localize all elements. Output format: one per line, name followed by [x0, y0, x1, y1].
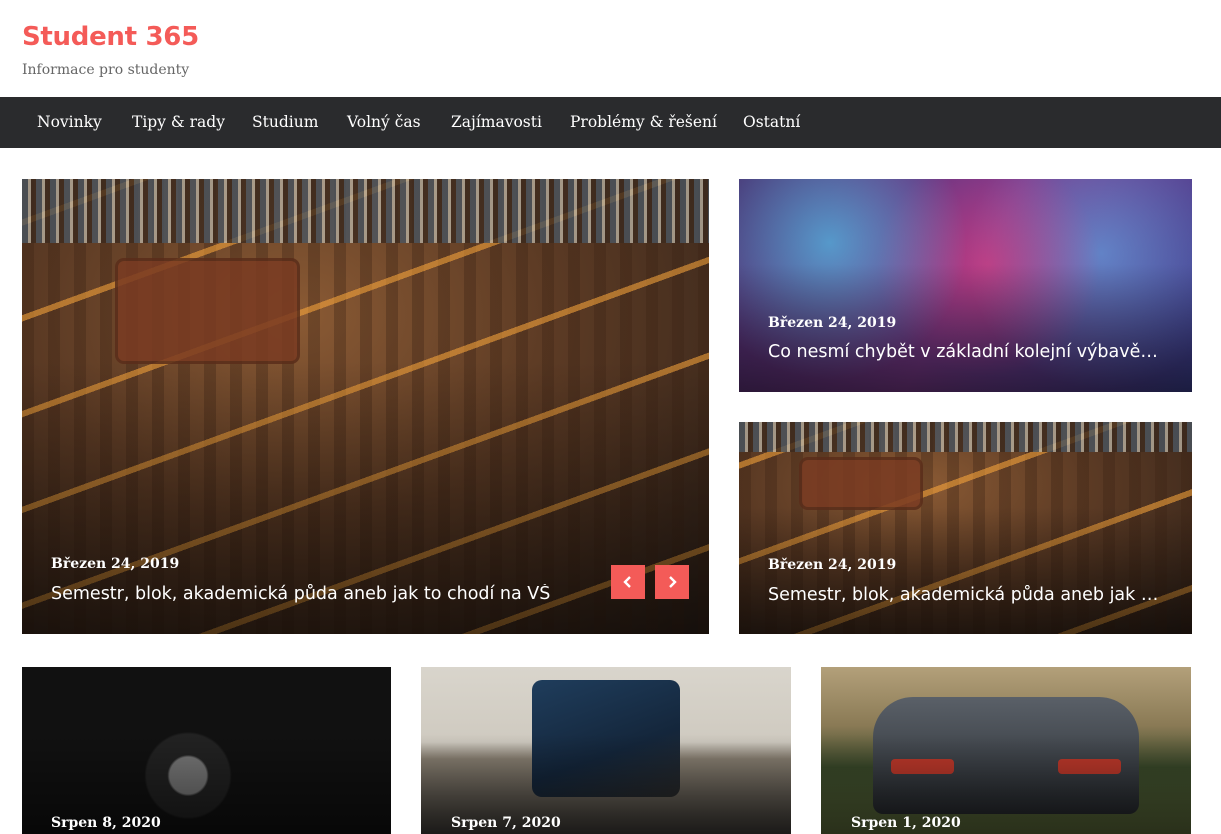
slider-next-button[interactable]	[655, 565, 689, 599]
side-post-date: Březen 24, 2019	[768, 315, 897, 331]
slider-post-title[interactable]: Semestr, blok, akademická půda aneb jak …	[51, 584, 591, 604]
grid-post-card[interactable]: Srpen 7, 2020	[421, 667, 791, 834]
side-post-card[interactable]: Březen 24, 2019 Co nesmí chybět v základ…	[739, 179, 1192, 392]
site-header: Student 365 Informace pro studenty	[0, 0, 1221, 97]
slider-post-date: Březen 24, 2019	[51, 556, 180, 572]
slider-image-desk	[118, 260, 297, 361]
side-post-image-desk	[802, 460, 921, 507]
slider-prev-button[interactable]	[611, 565, 645, 599]
grid-post-card[interactable]: Srpen 8, 2020	[22, 667, 391, 834]
side-post-title[interactable]: Co nesmí chybět v základní kolejní výbav…	[768, 342, 1168, 362]
nav-item-tipy-rady[interactable]: Tipy & rady	[132, 113, 225, 131]
side-post-image-shelves	[739, 422, 1192, 452]
nav-item-studium[interactable]: Studium	[252, 113, 318, 131]
nav-item-volny-cas[interactable]: Volný čas	[347, 113, 421, 131]
nav-item-problemy-reseni[interactable]: Problémy & řešení	[570, 113, 717, 131]
nav-item-ostatni[interactable]: Ostatní	[743, 113, 800, 131]
site-title[interactable]: Student 365	[22, 22, 199, 52]
slider-image-shelves	[22, 179, 709, 243]
main-navigation: Novinky Tipy & rady Studium Volný čas Za…	[0, 97, 1221, 148]
featured-slider[interactable]: Březen 24, 2019 Semestr, blok, akademick…	[22, 179, 709, 634]
chevron-right-icon	[669, 576, 677, 588]
side-post-date: Březen 24, 2019	[768, 557, 897, 573]
grid-post-date: Srpen 1, 2020	[851, 815, 961, 831]
grid-post-card[interactable]: Srpen 1, 2020	[821, 667, 1191, 834]
chevron-left-icon	[623, 576, 631, 588]
side-post-title[interactable]: Semestr, blok, akademická půda aneb jak …	[768, 585, 1168, 605]
site-description: Informace pro studenty	[22, 62, 190, 78]
nav-item-zajimavosti[interactable]: Zajímavosti	[451, 113, 542, 131]
side-post-card[interactable]: Březen 24, 2019 Semestr, blok, akademick…	[739, 422, 1192, 634]
nav-item-novinky[interactable]: Novinky	[37, 113, 102, 131]
grid-post-date: Srpen 7, 2020	[451, 815, 561, 831]
grid-post-date: Srpen 8, 2020	[51, 815, 161, 831]
